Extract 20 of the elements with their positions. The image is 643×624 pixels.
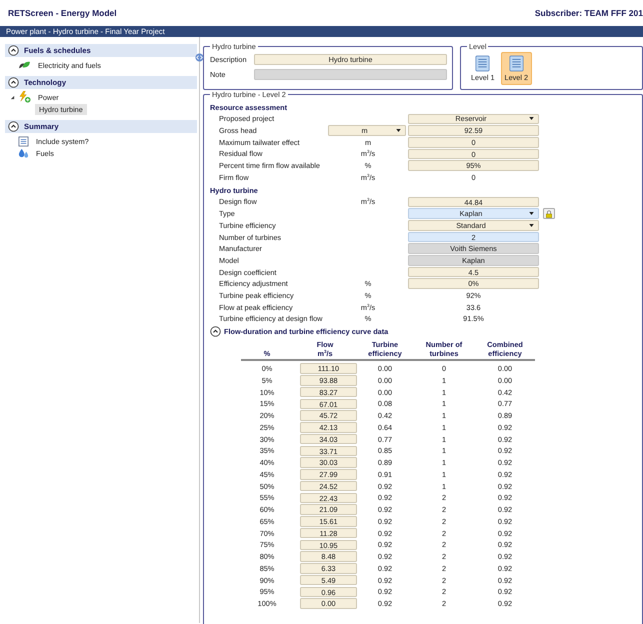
document-icon	[508, 55, 524, 72]
collapse-icon[interactable]	[210, 326, 221, 338]
splitter-handle-icon[interactable]	[195, 53, 204, 62]
caret-icon	[529, 117, 534, 120]
document-icon	[475, 55, 490, 72]
leaf-icon	[18, 60, 31, 70]
expanded-triangle-icon[interactable]	[10, 94, 15, 100]
lock-button[interactable]	[543, 208, 555, 220]
caret-icon	[529, 212, 534, 216]
subscriber-label: Subscriber: TEAM FFF 201	[534, 8, 643, 18]
caret-icon	[396, 129, 401, 132]
collapse-icon[interactable]	[8, 45, 19, 56]
collapse-icon[interactable]	[8, 121, 19, 132]
checklist-icon	[18, 136, 29, 146]
collapse-icon[interactable]	[8, 77, 19, 88]
lock-icon	[545, 210, 553, 218]
lightning-icon	[18, 91, 31, 103]
app-title: RETScreen - Energy Model	[8, 8, 117, 18]
caret-icon	[529, 224, 534, 227]
drops-icon	[18, 148, 29, 158]
